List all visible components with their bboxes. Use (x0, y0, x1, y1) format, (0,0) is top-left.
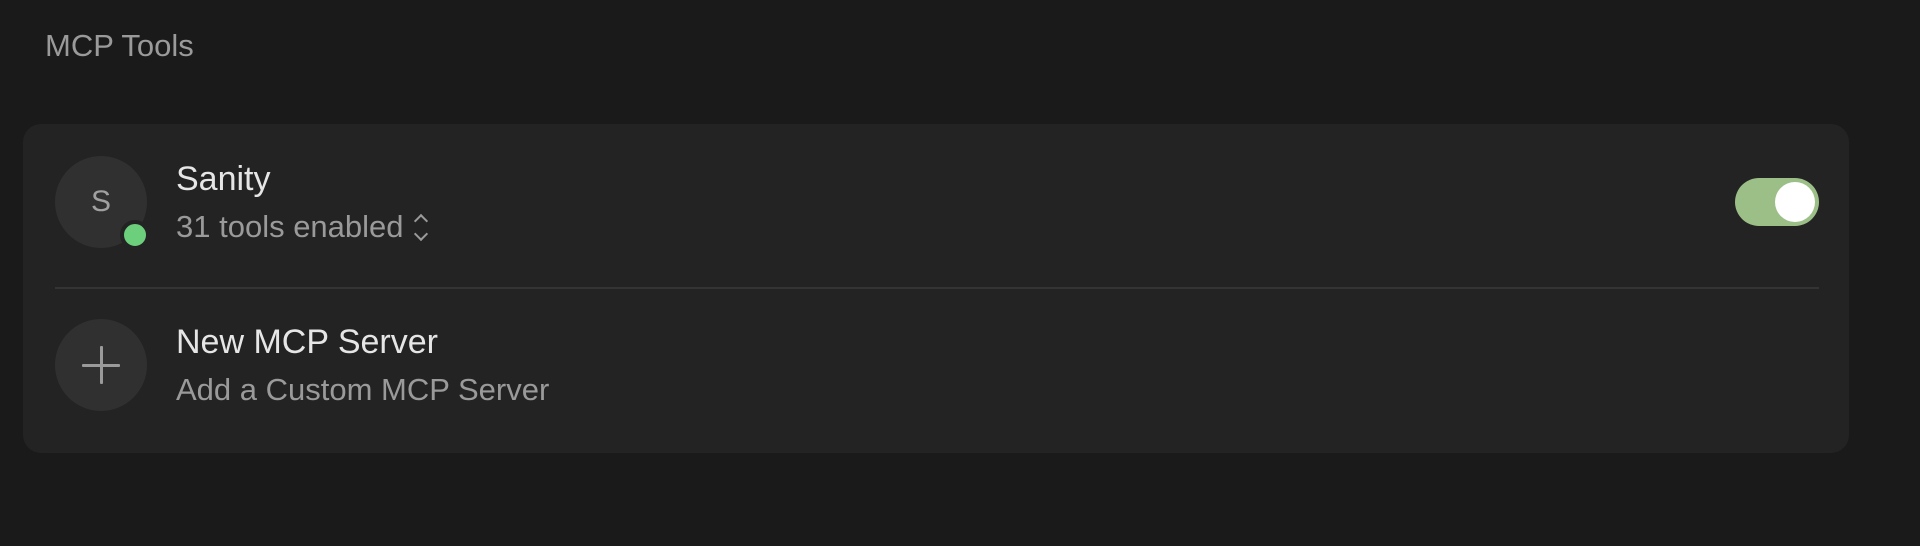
toggle-knob (1775, 182, 1815, 222)
new-server-info: New MCP Server Add a Custom MCP Server (176, 320, 549, 410)
tools-count-label: 31 tools enabled (176, 209, 404, 244)
new-server-title: New MCP Server (176, 323, 438, 361)
tools-count-selector[interactable]: 31 tools enabled (176, 207, 428, 247)
server-enabled-toggle[interactable] (1735, 178, 1819, 226)
new-server-subtitle: Add a Custom MCP Server (176, 372, 550, 407)
chevron-up-down-icon[interactable] (413, 212, 428, 243)
server-row-sanity[interactable]: S Sanity 31 tools enabled (55, 156, 1819, 250)
new-server-icon-circle (55, 319, 147, 411)
server-name: Sanity (176, 160, 271, 198)
section-title: MCP Tools (45, 28, 194, 63)
status-indicator-dot (120, 220, 150, 250)
avatar: S (55, 156, 150, 250)
new-mcp-server-button[interactable]: New MCP Server Add a Custom MCP Server (55, 319, 1819, 411)
mcp-servers-card: S Sanity 31 tools enabled New MCP Server… (23, 124, 1849, 453)
avatar-initial: S (90, 185, 111, 218)
divider (55, 287, 1819, 289)
server-info: Sanity 31 tools enabled (176, 157, 428, 247)
plus-icon (82, 346, 120, 384)
mcp-tools-section: MCP Tools S Sanity 31 tools enabled New … (0, 0, 1920, 546)
